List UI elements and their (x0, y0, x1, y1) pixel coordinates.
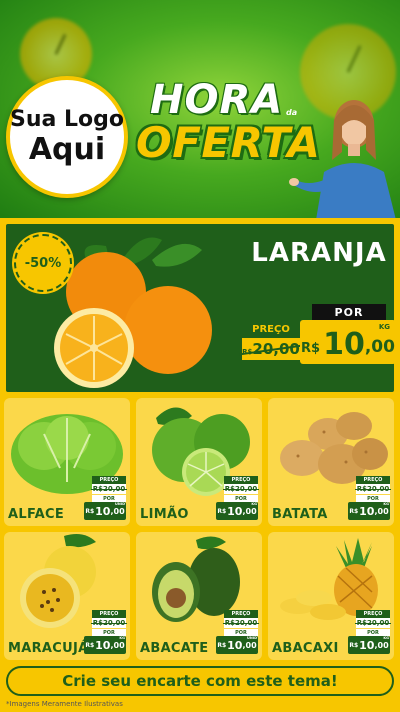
preco-label: PREÇO (224, 610, 258, 618)
por-label: POR (224, 495, 258, 502)
new-price: UNID R$ 10,00 (216, 636, 258, 654)
price-tag: PREÇO R$20,00 POR KG R$ 10,00 (348, 610, 392, 654)
woman-illustration (289, 100, 396, 218)
price-tag: PREÇO R$20,00 POR KG R$ 10,00 (216, 476, 260, 520)
price-tag: PREÇO R$20,00 POR KG R$ 10,00 (348, 476, 392, 520)
price-unit: KG (383, 502, 389, 506)
old-price: R$20,00 (90, 484, 128, 494)
por-label: POR (224, 629, 258, 636)
featured-price-tag: POR PREÇO R$20,00 KG R$ 10 ,00 (242, 304, 398, 370)
product-name: ABACAXI (272, 641, 339, 656)
new-price: UNID R$ 10,00 (84, 502, 126, 520)
preco-label: PREÇO (92, 610, 126, 618)
por-label: POR (356, 629, 390, 636)
disclaimer-footnote: *Imagens Meramente Ilustrativas (6, 700, 123, 708)
product-name: ALFACE (8, 507, 65, 522)
price-unit: UNID (247, 636, 257, 640)
featured-product-name: LARANJA (251, 238, 387, 268)
old-price-currency: R$ (242, 348, 253, 356)
product-card[interactable]: ALFACE PREÇO R$20,00 POR UNID R$ 10,00 (4, 398, 130, 526)
flyer: Sua Logo Aqui HORA da OFERTA -50% LARANJ… (0, 0, 400, 712)
logo-text-line2: Aqui (28, 132, 106, 167)
preco-label: PREÇO (224, 476, 258, 484)
title-hora: HORA (150, 77, 284, 123)
featured-product-card[interactable]: -50% LARANJA POR PREÇO R$20,00 KG R$ 10 … (4, 222, 396, 394)
discount-badge: -50% (14, 234, 72, 292)
product-name: LIMÃO (140, 507, 189, 522)
product-card[interactable]: ABACATE PREÇO R$20,00 POR UNID R$ 10,00 (136, 532, 262, 660)
product-card[interactable]: MARACUJÁ PREÇO R$20,00 POR KG R$ 10,00 (4, 532, 130, 660)
price-unit: KG (119, 636, 125, 640)
new-price: KG R$ 10,00 (216, 502, 258, 520)
price-tag: PREÇO R$20,00 POR UNID R$ 10,00 (84, 476, 128, 520)
product-name: BATATA (272, 507, 328, 522)
old-price-value: 20,00 (252, 340, 300, 358)
new-price: KG R$ 10,00 (348, 502, 390, 520)
old-price: R$20,00 (222, 618, 260, 628)
price-tag: PREÇO R$20,00 POR KG R$ 10,00 (84, 610, 128, 654)
product-name: ABACATE (140, 641, 209, 656)
price-unit: UNID (115, 502, 125, 506)
product-card[interactable]: ABACAXI PREÇO R$20,00 POR KG R$ 10,00 (268, 532, 394, 660)
preco-label: PREÇO (356, 476, 390, 484)
old-price: R$20,00 (354, 484, 392, 494)
preco-label: PREÇO (242, 322, 300, 336)
old-price: R$20,00 (222, 484, 260, 494)
preco-label: PREÇO (356, 610, 390, 618)
product-card[interactable]: LIMÃO PREÇO R$20,00 POR KG R$ 10,00 (136, 398, 262, 526)
old-price: R$20,00 (354, 618, 392, 628)
preco-label: PREÇO (92, 476, 126, 484)
old-price: R$20,00 (242, 338, 300, 360)
por-label: POR (312, 304, 386, 320)
price-currency: R$ (301, 341, 321, 356)
new-price: KG R$ 10,00 (84, 636, 126, 654)
por-label: POR (92, 629, 126, 636)
price-decimal: ,00 (364, 337, 395, 357)
logo-text-line1: Sua Logo (10, 107, 125, 132)
new-price: KG R$ 10 ,00 (300, 320, 396, 364)
por-label: POR (356, 495, 390, 502)
header-banner: Sua Logo Aqui HORA da OFERTA (0, 0, 400, 218)
price-tag: PREÇO R$20,00 POR UNID R$ 10,00 (216, 610, 260, 654)
price-unit: KG (251, 502, 257, 506)
price-unit: KG (383, 636, 389, 640)
new-price: KG R$ 10,00 (348, 636, 390, 654)
old-price: R$20,00 (90, 618, 128, 628)
por-label: POR (92, 495, 126, 502)
product-name: MARACUJÁ (8, 641, 89, 656)
cta-button[interactable]: Crie seu encarte com este tema! (6, 666, 394, 696)
price-integer: 10 (323, 327, 365, 362)
price-unit: KG (378, 323, 390, 331)
product-card[interactable]: BATATA PREÇO R$20,00 POR KG R$ 10,00 (268, 398, 394, 526)
logo-placeholder[interactable]: Sua Logo Aqui (6, 76, 128, 198)
